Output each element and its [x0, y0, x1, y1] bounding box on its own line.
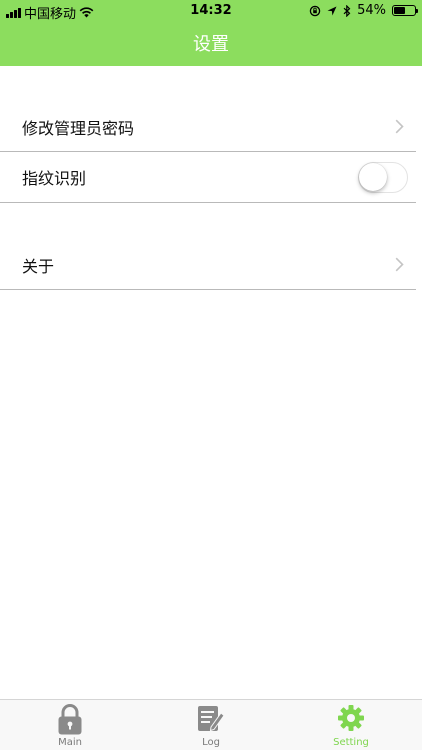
log-icon [198, 706, 225, 732]
bluetooth-icon [343, 4, 351, 17]
battery-percent: 54% [357, 3, 386, 18]
tab-log-label: Log [202, 737, 220, 748]
divider [0, 202, 416, 203]
toggle-knob [359, 163, 387, 191]
fingerprint-toggle[interactable] [358, 162, 408, 193]
chevron-right-icon [395, 257, 404, 272]
status-right: 54% [309, 3, 418, 18]
navigation-bar: 中国移动 14:32 54% 设置 [0, 0, 422, 66]
orientation-lock-icon [309, 5, 321, 16]
chevron-right-icon [395, 119, 404, 134]
about-label: 关于 [22, 257, 55, 276]
page-title: 设置 [193, 34, 229, 55]
tab-setting[interactable]: Setting [281, 700, 421, 750]
tab-bar: Main Log Setting [0, 699, 422, 750]
battery-level [394, 7, 405, 14]
settings-screen: 中国移动 14:32 54% 设置 修改管理员密码 指纹识别 关于 Main L… [0, 0, 422, 750]
about-row[interactable]: 关于 [0, 240, 422, 290]
change-admin-password-row[interactable]: 修改管理员密码 [0, 102, 422, 152]
change-admin-password-label: 修改管理员密码 [22, 119, 135, 138]
status-bar: 中国移动 14:32 54% [0, 0, 422, 22]
divider [0, 289, 416, 290]
fingerprint-row: 指纹识别 [0, 152, 422, 202]
tab-main-label: Main [58, 737, 82, 748]
gear-icon [338, 705, 364, 731]
tab-setting-label: Setting [333, 737, 369, 748]
tab-main[interactable]: Main [0, 700, 140, 750]
battery-icon [392, 5, 418, 16]
lock-icon [58, 704, 82, 735]
location-icon [327, 6, 337, 15]
tab-log[interactable]: Log [141, 700, 281, 750]
fingerprint-label: 指纹识别 [22, 169, 87, 188]
